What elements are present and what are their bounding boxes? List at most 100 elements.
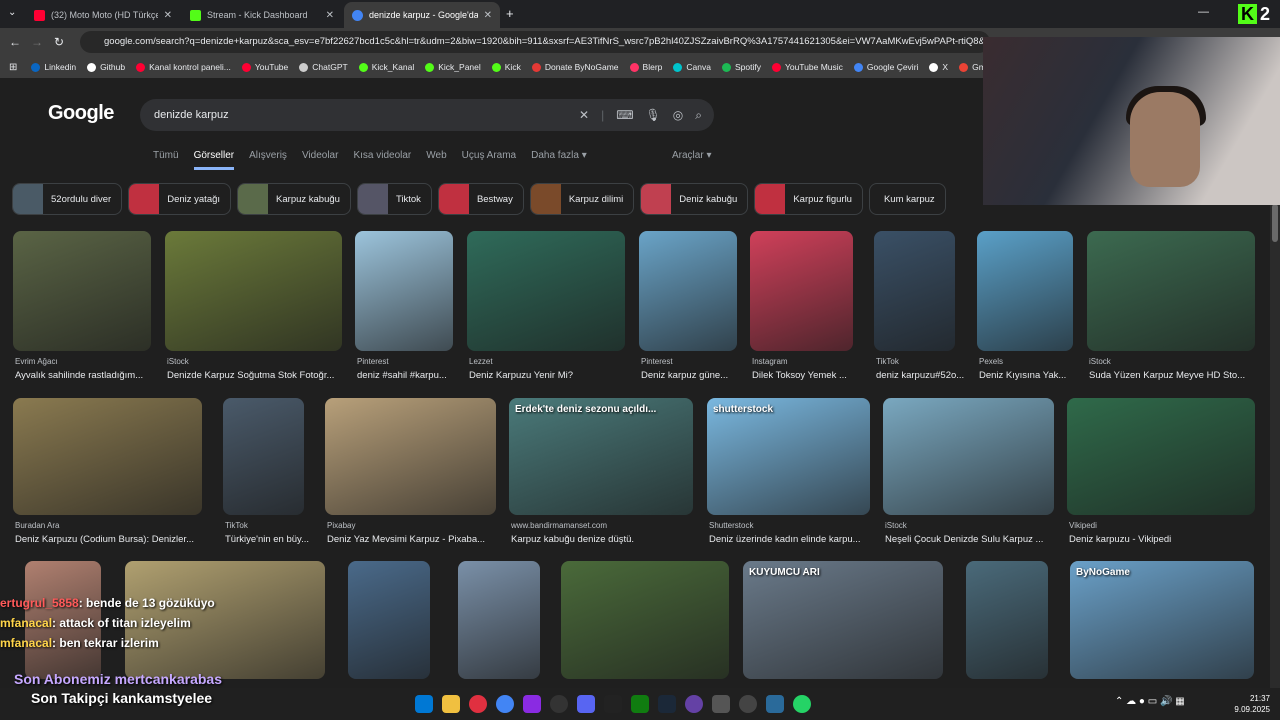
close-icon[interactable]: ✕ (326, 10, 334, 21)
result-image[interactable] (966, 561, 1048, 679)
bookmark-item[interactable]: Github (87, 62, 125, 72)
lens-icon[interactable]: ◎ (673, 99, 683, 131)
tab-search-icon[interactable]: ⌄ (8, 7, 16, 18)
obs-icon[interactable] (549, 695, 568, 713)
related-chip[interactable]: Deniz kabuğu (640, 183, 749, 215)
related-chip[interactable]: 52ordulu diver (12, 183, 123, 215)
close-icon[interactable]: ✕ (164, 10, 172, 21)
result-title[interactable]: Deniz üzerinde kadın elinde karpu... (709, 534, 861, 545)
result-title[interactable]: Deniz Karpuzu (Codium Bursa): Denizler..… (15, 534, 194, 545)
discord-icon[interactable] (576, 695, 595, 713)
result-source[interactable]: Pixabay (327, 521, 355, 530)
epic-games-icon[interactable] (603, 695, 622, 713)
scrollbar[interactable] (1270, 200, 1280, 688)
tray-icons[interactable]: ⌃ ☁ ● ▭ 🔊 ▦ (1115, 696, 1185, 707)
result-title[interactable]: Deniz karpuz güne... (641, 370, 728, 381)
result-title[interactable]: Suda Yüzen Karpuz Meyve HD Sto... (1089, 370, 1245, 381)
result-source[interactable]: Lezzet (469, 357, 493, 366)
bookmark-item[interactable]: Kick_Kanal (358, 62, 414, 72)
result-image[interactable] (561, 561, 729, 679)
result-image[interactable] (467, 231, 625, 351)
bookmark-item[interactable]: Blerp (629, 62, 662, 72)
start-icon[interactable] (414, 695, 433, 713)
result-title[interactable]: Ayvalık sahilinde rastladığım... (15, 370, 143, 381)
bookmark-item[interactable]: YouTube Music (771, 62, 843, 72)
back-icon[interactable]: ← (4, 35, 26, 49)
result-source[interactable]: Pinterest (641, 357, 673, 366)
result-image[interactable]: ByNoGame (1070, 561, 1254, 679)
result-image[interactable] (750, 231, 853, 351)
result-title[interactable]: Dilek Toksoy Yemek ... (752, 370, 847, 381)
search-tab[interactable]: Daha fazla ▾ (531, 150, 587, 170)
result-image[interactable] (165, 231, 342, 351)
reload-icon[interactable]: ↻ (48, 35, 70, 49)
xbox-icon[interactable] (630, 695, 649, 713)
related-chip[interactable]: Bestway (437, 183, 524, 215)
result-image[interactable] (977, 231, 1073, 351)
result-image[interactable] (883, 398, 1054, 515)
search-icon[interactable]: ⌕ (695, 99, 702, 131)
google-logo[interactable]: Google (48, 102, 114, 125)
result-source[interactable]: Evrim Ağacı (15, 357, 58, 366)
result-source[interactable]: iStock (167, 357, 189, 366)
result-title[interactable]: Deniz Yaz Mevsimi Karpuz - Pixaba... (327, 534, 485, 545)
clear-icon[interactable]: ✕ (579, 99, 589, 131)
tab-kick-dashboard[interactable]: Stream - Kick Dashboard ✕ (182, 2, 342, 28)
visual-studio-icon[interactable] (522, 695, 541, 713)
related-chip[interactable]: Deniz yatağı (128, 183, 232, 215)
clock[interactable]: 21:37 9.09.2025 (1234, 693, 1270, 715)
search-tab[interactable]: Videolar (302, 150, 339, 170)
search-tab[interactable]: Uçuş Arama (462, 150, 516, 170)
bookmark-item[interactable]: Linkedin (31, 62, 76, 72)
result-image[interactable] (874, 231, 955, 351)
bookmark-item[interactable]: Kick_Panel (425, 62, 481, 72)
result-image[interactable]: KUYUMCU ARI (743, 561, 943, 679)
microphone-icon[interactable]: 🎙 (646, 99, 661, 131)
related-chip[interactable]: Kum karpuz (868, 183, 946, 215)
result-source[interactable]: Instagram (752, 357, 788, 366)
forward-icon[interactable]: → (26, 35, 48, 49)
bookmark-item[interactable]: ChatGPT (299, 62, 348, 72)
result-title[interactable]: deniz #sahil #karpu... (357, 370, 447, 381)
tools-button[interactable]: Araçlar ▾ (672, 150, 711, 161)
bookmark-item[interactable]: Donate ByNoGame (531, 62, 619, 72)
result-title[interactable]: deniz karpuzu#52o... (876, 370, 964, 381)
bookmark-item[interactable]: YouTube (241, 62, 288, 72)
result-source[interactable]: TikTok (225, 521, 248, 530)
tab-google-search[interactable]: denizde karpuz - Google'da Ara ✕ (344, 2, 500, 28)
close-icon[interactable]: ✕ (484, 10, 492, 21)
result-source[interactable]: iStock (885, 521, 907, 530)
result-image[interactable] (639, 231, 737, 351)
search-tab[interactable]: Kısa videolar (353, 150, 411, 170)
result-source[interactable]: iStock (1089, 357, 1111, 366)
search-tab[interactable]: Görseller (193, 150, 235, 170)
related-chip[interactable]: Karpuz dilimi (529, 183, 635, 215)
result-source[interactable]: Pinterest (357, 357, 389, 366)
app-icon[interactable] (711, 695, 730, 713)
result-source[interactable]: www.bandirmamanset.com (511, 521, 607, 530)
result-image[interactable] (348, 561, 430, 679)
result-image[interactable] (1087, 231, 1255, 351)
search-tab[interactable]: Web (426, 150, 446, 170)
bookmark-item[interactable]: Canva (673, 62, 711, 72)
result-title[interactable]: Neşeli Çocuk Denizde Sulu Karpuz ... (885, 534, 1043, 545)
scrollbar-thumb[interactable] (1272, 204, 1278, 242)
bookmark-item[interactable]: Spotify (721, 62, 761, 72)
app-icon[interactable] (738, 695, 757, 713)
related-chip[interactable]: Tiktok (356, 183, 432, 215)
tab-youtube[interactable]: (32) Moto Moto (HD Türkçe Ve ✕ (26, 2, 180, 28)
result-title[interactable]: Deniz karpuzu - Vikipedi (1069, 534, 1171, 545)
result-source[interactable]: Buradan Ara (15, 521, 59, 530)
minimize-button[interactable]: — (1198, 6, 1209, 18)
result-image[interactable] (458, 561, 540, 679)
keyboard-icon[interactable]: ⌨ (616, 99, 633, 131)
related-chip[interactable]: Karpuz kabuğu (237, 183, 351, 215)
bookmark-item[interactable]: Google Çeviri (853, 62, 918, 72)
result-image[interactable]: shutterstock (707, 398, 870, 515)
result-source[interactable]: TikTok (876, 357, 899, 366)
result-image[interactable] (1067, 398, 1255, 515)
media-player-icon[interactable] (468, 695, 487, 713)
apps-icon[interactable]: ⊞ (9, 62, 17, 73)
chrome-icon[interactable] (495, 695, 514, 713)
related-chip[interactable]: Karpuz figurlu (754, 183, 863, 215)
